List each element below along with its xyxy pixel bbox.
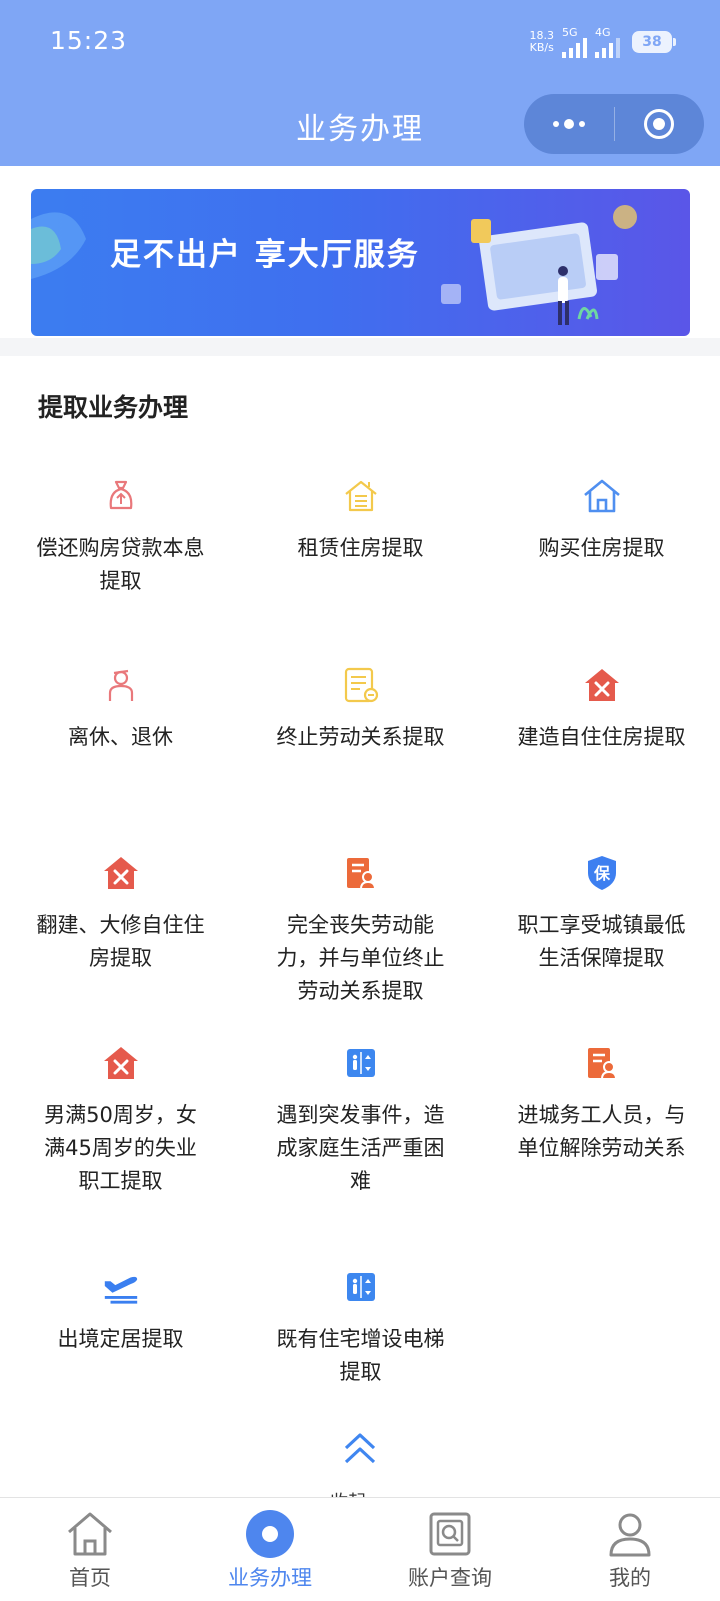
service-item-label: 完全丧失劳动能力，并与单位终止劳动关系提取 [276, 913, 445, 1003]
more-dots-icon [552, 119, 585, 129]
net-speed-unit: KB/s [529, 41, 554, 54]
service-item-unemployed[interactable]: 男满50周岁，女满45周岁的失业职工提取 [0, 1043, 241, 1198]
retiree-icon [101, 665, 141, 705]
tab-mine[interactable]: 我的 [540, 1498, 720, 1601]
business-icon [244, 1508, 296, 1560]
service-item-label: 翻建、大修自住住房提取 [36, 913, 205, 970]
house-icon [582, 476, 622, 516]
home-icon [64, 1508, 116, 1560]
bottom-tab-bar: 首页 业务办理 账户查询 我的 [0, 1497, 720, 1601]
service-item-retirement[interactable]: 离休、退休 [0, 665, 241, 754]
service-item-emigration[interactable]: 出境定居提取 [0, 1267, 241, 1356]
service-item-renovate[interactable]: 翻建、大修自住住房提取 [0, 853, 241, 975]
service-item-terminate-labor[interactable]: 终止劳动关系提取 [240, 665, 481, 754]
sim2-label: 4G [595, 25, 611, 39]
double-chevron-up-icon [344, 1433, 376, 1464]
house-tools-icon [582, 665, 622, 705]
service-item-min-living[interactable]: 保 职工享受城镇最低生活保障提取 [481, 853, 720, 975]
service-item-emergency[interactable]: 遇到突发事件，造成家庭生活严重困难 [240, 1043, 481, 1198]
service-item-label: 购买住房提取 [538, 536, 665, 560]
banner-text: 足不出户 享大厅服务 [110, 237, 420, 273]
service-item-loan-repayment[interactable]: 偿还购房贷款本息提取 [0, 476, 241, 598]
service-item-migrant-worker[interactable]: 进城务工人员，与单位解除劳动关系 [481, 1043, 720, 1165]
house-tools-icon [101, 853, 141, 893]
section-title: 提取业务办理 [38, 393, 189, 422]
money-bag-icon [101, 476, 141, 516]
service-item-label: 男满50周岁，女满45周岁的失业职工提取 [44, 1103, 197, 1193]
rental-house-icon [341, 476, 381, 516]
section-divider [0, 338, 720, 356]
svg-text:保: 保 [592, 864, 610, 883]
tab-label: 账户查询 [408, 1566, 492, 1590]
more-button[interactable] [524, 94, 614, 154]
close-mini-program-button[interactable] [615, 94, 705, 154]
service-item-label: 既有住宅增设电梯提取 [276, 1327, 445, 1384]
tab-business[interactable]: 业务办理 [180, 1498, 360, 1601]
service-item-label: 出境定居提取 [57, 1327, 184, 1351]
signal-4g-icon: 4G [595, 27, 620, 58]
tab-account-search[interactable]: 账户查询 [360, 1498, 540, 1601]
service-item-label: 偿还购房贷款本息提取 [36, 536, 205, 593]
document-icon [341, 665, 381, 705]
user-icon [604, 1508, 656, 1560]
battery-icon: 38 [632, 31, 676, 53]
sim1-label: 5G [562, 25, 578, 39]
net-speed: 18.3 KB/s [530, 30, 555, 54]
service-item-label: 建造自住住房提取 [517, 725, 686, 749]
service-item-label: 遇到突发事件，造成家庭生活严重困难 [276, 1103, 445, 1193]
target-icon [644, 109, 675, 139]
tab-home[interactable]: 首页 [0, 1498, 180, 1601]
tab-label: 业务办理 [228, 1566, 312, 1590]
airplane-departure-icon [101, 1267, 141, 1307]
house-tools-icon [101, 1043, 141, 1083]
service-item-label: 离休、退休 [68, 725, 173, 749]
status-time: 15:23 [50, 26, 128, 55]
service-item-label: 职工享受城镇最低生活保障提取 [517, 913, 686, 970]
elevator-icon [341, 1043, 381, 1083]
service-item-build-house[interactable]: 建造自住住房提取 [481, 665, 720, 754]
service-item-label: 进城务工人员，与单位解除劳动关系 [517, 1103, 686, 1160]
service-item-label: 终止劳动关系提取 [276, 725, 445, 749]
service-item-purchase[interactable]: 购买住房提取 [481, 476, 720, 565]
tab-label: 我的 [609, 1566, 651, 1590]
service-item-elevator[interactable]: 既有住宅增设电梯提取 [240, 1267, 481, 1389]
service-item-disability[interactable]: 完全丧失劳动能力，并与单位终止劳动关系提取 [240, 853, 481, 1008]
collapse-button[interactable] [340, 1430, 380, 1470]
certificate-person-icon [341, 853, 381, 893]
promo-banner[interactable]: 足不出户 享大厅服务 [31, 189, 690, 336]
header-bar: 15:23 18.3 KB/s 5G 4G 38 业务办理 [0, 0, 720, 166]
shield-icon: 保 [582, 853, 622, 893]
service-item-label: 租赁住房提取 [297, 536, 424, 560]
mini-program-capsule [524, 94, 704, 154]
elevator-icon [341, 1267, 381, 1307]
tab-label: 首页 [69, 1566, 111, 1590]
service-item-rental[interactable]: 租赁住房提取 [240, 476, 481, 565]
status-indicators: 18.3 KB/s 5G 4G 38 [530, 22, 676, 62]
account-search-icon [424, 1508, 476, 1560]
signal-5g-icon: 5G [562, 27, 587, 58]
certificate-person-icon [582, 1043, 622, 1083]
